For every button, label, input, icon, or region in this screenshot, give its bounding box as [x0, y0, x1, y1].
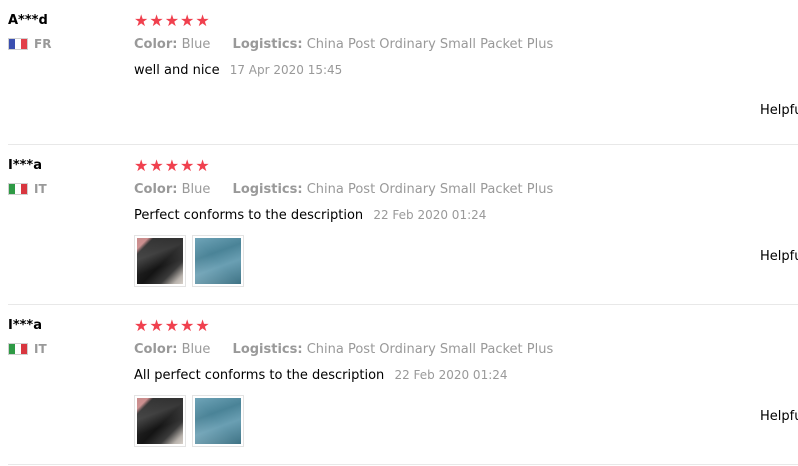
helpful-button[interactable]: Helpful: [760, 103, 798, 118]
reviewer-info: I***a IT: [8, 317, 118, 356]
blue-item-photo: [195, 238, 241, 284]
reviewer-name: A***d: [8, 13, 48, 28]
france-flag-icon: [8, 38, 28, 50]
country-code: IT: [34, 182, 47, 196]
logistics-value: China Post Ordinary Small Packet Plus: [306, 342, 554, 357]
logistics-label: Logistics:: [232, 182, 303, 197]
black-item-photo: [137, 238, 183, 284]
review-item: I***a IT ★★★★★ Color: Blue Logistics: Ch…: [8, 305, 798, 465]
review-photo-thumbnail[interactable]: [192, 235, 244, 287]
logistics-label: Logistics:: [232, 342, 303, 357]
country-code: IT: [34, 342, 47, 356]
italy-flag-icon: [8, 183, 28, 195]
logistics-value: China Post Ordinary Small Packet Plus: [306, 37, 554, 52]
review-text: Perfect conforms to the description: [134, 208, 364, 223]
review-content: ★★★★★ Color: Blue Logistics: China Post …: [134, 317, 798, 447]
logistics-label: Logistics:: [232, 37, 303, 52]
italy-flag-icon: [8, 343, 28, 355]
review-attributes: Color: Blue Logistics: China Post Ordina…: [134, 182, 798, 198]
color-label: Color:: [134, 37, 178, 52]
star-rating: ★★★★★: [134, 316, 211, 335]
review-content: ★★★★★ Color: Blue Logistics: China Post …: [134, 12, 798, 79]
reviewer-info: A***d FR: [8, 12, 118, 51]
reviewer-info: I***a IT: [8, 157, 118, 196]
review-content: ★★★★★ Color: Blue Logistics: China Post …: [134, 157, 798, 287]
reviewer-name: I***a: [8, 318, 43, 333]
reviewer-name: I***a: [8, 158, 43, 173]
helpful-button[interactable]: Helpful: [760, 409, 798, 424]
review-attributes: Color: Blue Logistics: China Post Ordina…: [134, 342, 798, 358]
color-value: Blue: [181, 342, 211, 357]
review-photo-thumbnail[interactable]: [134, 395, 186, 447]
color-label: Color:: [134, 342, 178, 357]
review-date: 17 Apr 2020 15:45: [229, 63, 343, 77]
color-label: Color:: [134, 182, 178, 197]
reviewer-country: IT: [8, 182, 118, 196]
country-code: FR: [34, 37, 52, 51]
reviewer-country: IT: [8, 342, 118, 356]
blue-item-photo: [195, 398, 241, 444]
review-text: well and nice: [134, 63, 220, 78]
star-rating: ★★★★★: [134, 156, 211, 175]
review-item: A***d FR ★★★★★ Color: Blue Logistics: Ch…: [8, 0, 798, 145]
star-rating: ★★★★★: [134, 11, 211, 30]
review-date: 22 Feb 2020 01:24: [394, 368, 508, 382]
review-photo-thumbnail[interactable]: [192, 395, 244, 447]
black-item-photo: [137, 398, 183, 444]
color-value: Blue: [181, 182, 211, 197]
review-date: 22 Feb 2020 01:24: [373, 208, 487, 222]
review-text: All perfect conforms to the description: [134, 368, 385, 383]
logistics-value: China Post Ordinary Small Packet Plus: [306, 182, 554, 197]
review-photos: [134, 235, 798, 287]
review-item: I***a IT ★★★★★ Color: Blue Logistics: Ch…: [8, 145, 798, 305]
color-value: Blue: [181, 37, 211, 52]
review-feedback: well and nice 17 Apr 2020 15:45: [134, 62, 798, 79]
reviewer-country: FR: [8, 37, 118, 51]
review-feedback: All perfect conforms to the description …: [134, 367, 798, 384]
review-attributes: Color: Blue Logistics: China Post Ordina…: [134, 37, 798, 53]
review-photos: [134, 395, 798, 447]
review-feedback: Perfect conforms to the description 22 F…: [134, 207, 798, 224]
helpful-button[interactable]: Helpful: [760, 249, 798, 264]
review-photo-thumbnail[interactable]: [134, 235, 186, 287]
